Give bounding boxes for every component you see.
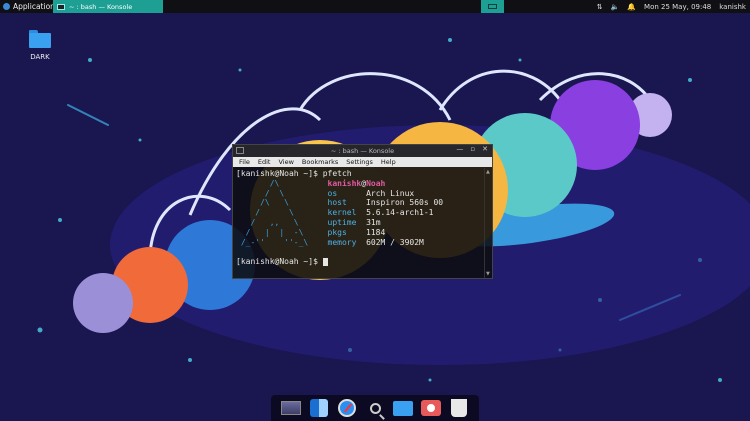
menu-bookmarks[interactable]: Bookmarks (302, 158, 338, 166)
task-title: ~ : bash — Konsole (69, 2, 133, 11)
info-val-memory: 602M / 3902M (366, 237, 424, 247)
info-val-host: Inspiron 560s 00 (366, 198, 444, 208)
user-name[interactable]: kanishk (719, 3, 746, 11)
desktop-folder-dark[interactable]: DARK (25, 30, 55, 61)
taskbar-konsole[interactable]: ~ : bash — Konsole (53, 0, 163, 13)
dock-trash[interactable] (448, 398, 470, 418)
dock (271, 395, 479, 421)
info-key-kernel: kernel (327, 208, 357, 218)
scroll-up-icon[interactable]: ▲ (486, 169, 491, 175)
dock-finder[interactable] (308, 398, 330, 418)
trash-icon (451, 399, 467, 417)
dock-search[interactable] (364, 398, 386, 418)
pfetch-host: Noah (366, 178, 386, 188)
search-icon (369, 402, 381, 414)
menu-settings[interactable]: Settings (346, 158, 373, 166)
network-icon[interactable]: ⇅ (597, 3, 603, 11)
clock[interactable]: Mon 25 May, 09:48 (644, 3, 711, 11)
terminal-output[interactable]: [kanishk@Noah ~]$ pfetch /\ kanishk@Noah… (233, 167, 492, 269)
scrollbar[interactable]: ▲ ▼ (484, 168, 491, 278)
folder-label: DARK (30, 53, 50, 61)
window-menu-icon[interactable] (236, 147, 244, 154)
info-val-os: Arch Linux (366, 188, 415, 198)
command: pfetch (322, 169, 352, 178)
info-key-uptime: uptime (327, 217, 357, 227)
scroll-down-icon[interactable]: ▼ (486, 271, 491, 277)
konsole-titlebar[interactable]: ~ : bash — Konsole — ▫ ✕ (233, 145, 492, 157)
terminal-icon (57, 3, 65, 10)
desktop: Applications ~ : bash — Konsole ⇅ 🔈 🔔 Mo… (0, 0, 750, 421)
top-panel: Applications ~ : bash — Konsole ⇅ 🔈 🔔 Mo… (0, 0, 750, 13)
terminal-icon (281, 401, 301, 415)
konsole-window[interactable]: ~ : bash — Konsole — ▫ ✕ File Edit View … (232, 144, 493, 279)
info-key-pkgs: pkgs (327, 227, 347, 237)
apps-icon (3, 3, 10, 10)
info-val-kernel: 5.6.14-arch1-1 (366, 208, 434, 218)
minimize-icon[interactable]: — (456, 145, 463, 153)
workspace-icon (488, 4, 497, 9)
pfetch-user: kanishk (327, 178, 362, 188)
konsole-title: ~ : bash — Konsole (330, 147, 395, 155)
safari-icon (338, 399, 356, 417)
menu-edit[interactable]: Edit (258, 158, 271, 166)
camera-icon (421, 400, 441, 416)
finder-icon (310, 399, 328, 417)
workspace-switcher[interactable] (481, 0, 504, 13)
arch-logo: /\ (236, 178, 328, 188)
planet-lilac (73, 273, 133, 333)
info-key-memory: memory (327, 237, 357, 247)
konsole-menubar: File Edit View Bookmarks Settings Help (233, 157, 492, 167)
folder-icon (29, 30, 51, 48)
menu-help[interactable]: Help (381, 158, 396, 166)
prompt-2: [kanishk@Noah ~]$ (236, 257, 318, 267)
dock-files[interactable] (392, 398, 414, 418)
dock-browser[interactable] (336, 398, 358, 418)
prompt: [kanishk@Noah ~]$ (236, 169, 318, 178)
maximize-icon[interactable]: ▫ (470, 145, 475, 153)
menu-file[interactable]: File (239, 158, 250, 166)
cursor (322, 257, 328, 266)
system-tray: ⇅ 🔈 🔔 Mon 25 May, 09:48 kanishk (597, 0, 750, 13)
close-icon[interactable]: ✕ (482, 145, 488, 153)
applications-label: Applications (13, 2, 59, 11)
info-val-uptime: 31m (366, 217, 381, 227)
info-key-os: os (327, 188, 338, 198)
info-val-pkgs: 1184 (366, 227, 386, 237)
dock-terminal[interactable] (280, 398, 302, 418)
info-key-host: host (327, 198, 347, 208)
menu-view[interactable]: View (278, 158, 293, 166)
notification-icon[interactable]: 🔔 (627, 3, 636, 11)
dock-screenshot[interactable] (420, 398, 442, 418)
volume-icon[interactable]: 🔈 (611, 3, 620, 11)
folder-icon (393, 400, 413, 416)
